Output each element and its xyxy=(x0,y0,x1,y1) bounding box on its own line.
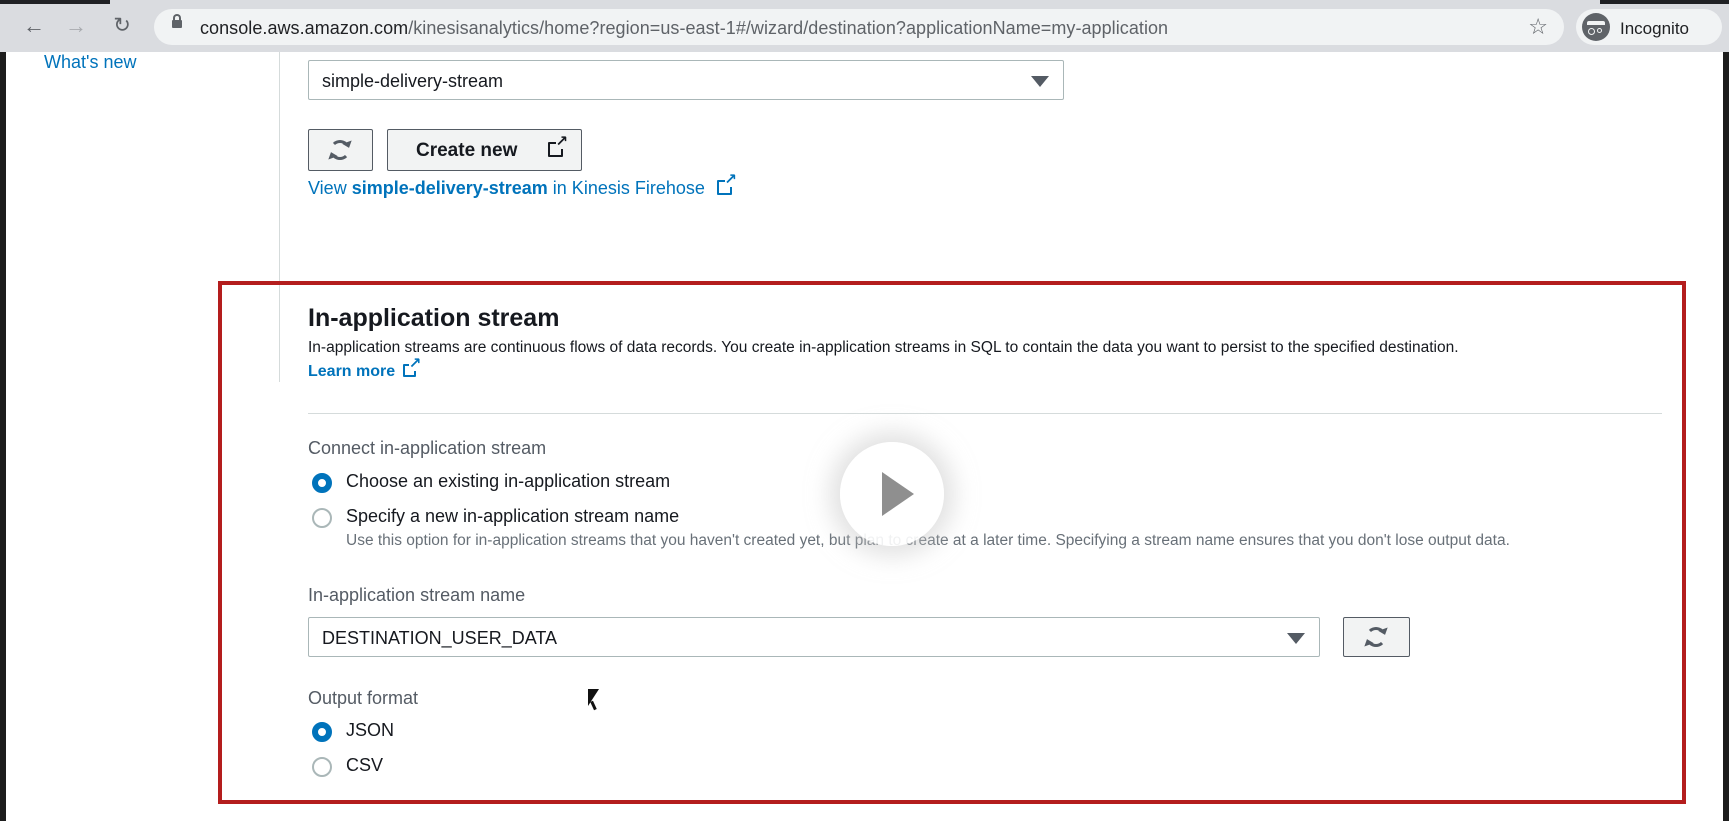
whats-new-link[interactable]: What's new xyxy=(44,52,136,73)
caret-down-icon xyxy=(1031,76,1049,87)
radio-new-stream-label[interactable]: Specify a new in-application stream name xyxy=(346,506,679,527)
url-host: console.aws.amazon.com xyxy=(200,18,409,38)
radio-existing-stream-label[interactable]: Choose an existing in-application stream xyxy=(346,471,670,492)
radio-json[interactable] xyxy=(312,722,332,742)
learn-more-link[interactable]: Learn more xyxy=(308,356,421,381)
browser-toolbar: ← → ↻ console.aws.amazon.com/kinesisanal… xyxy=(0,0,1729,52)
external-link-icon xyxy=(403,356,421,377)
section-divider xyxy=(308,413,1662,414)
refresh-streams-button[interactable] xyxy=(1343,617,1410,657)
view-stream-name: simple-delivery-stream xyxy=(351,178,548,198)
lock-icon[interactable] xyxy=(172,14,182,28)
caret-down-icon xyxy=(1287,633,1305,644)
create-new-label: Create new xyxy=(416,140,518,161)
delivery-stream-value: simple-delivery-stream xyxy=(322,71,504,91)
view-in-firehose-link[interactable]: View simple-delivery-stream in Kinesis F… xyxy=(308,172,737,199)
forward-icon[interactable]: → xyxy=(64,14,88,38)
delivery-stream-select[interactable]: simple-delivery-stream xyxy=(308,60,1064,100)
connect-stream-label: Connect in-application stream xyxy=(308,438,547,458)
view-prefix: View xyxy=(308,178,352,198)
address-bar[interactable]: console.aws.amazon.com/kinesisanalytics/… xyxy=(154,9,1564,45)
radio-json-label[interactable]: JSON xyxy=(346,720,394,741)
refresh-icon xyxy=(1366,627,1386,647)
refresh-delivery-streams-button[interactable] xyxy=(308,129,373,171)
star-icon[interactable]: ☆ xyxy=(1528,14,1548,40)
play-icon[interactable] xyxy=(840,442,944,546)
output-format-label: Output format xyxy=(308,688,419,708)
external-link-icon xyxy=(548,134,568,157)
section-title: In-application stream xyxy=(308,304,560,332)
incognito-badge[interactable]: Incognito xyxy=(1576,9,1722,45)
radio-csv-label[interactable]: CSV xyxy=(346,755,383,776)
new-stream-description: Use this option for in-application strea… xyxy=(346,532,1510,549)
back-icon[interactable]: ← xyxy=(22,14,46,38)
learn-more-label: Learn more xyxy=(308,363,396,380)
reload-icon[interactable]: ↻ xyxy=(110,14,134,38)
radio-new-stream[interactable] xyxy=(312,508,332,528)
page-content: What's new simple-delivery-stream Create… xyxy=(6,52,1723,821)
incognito-icon xyxy=(1582,13,1610,41)
radio-csv[interactable] xyxy=(312,757,332,777)
active-tab[interactable] xyxy=(110,0,1600,4)
radio-existing-stream[interactable] xyxy=(312,473,332,493)
page-viewport: What's new simple-delivery-stream Create… xyxy=(0,52,1729,821)
stream-name-label: In-application stream name xyxy=(308,585,526,605)
tab-strip xyxy=(0,0,1729,4)
create-new-button[interactable]: Create new xyxy=(387,129,582,171)
section-description: In-application streams are continuous fl… xyxy=(308,339,1459,356)
stream-name-select[interactable]: DESTINATION_USER_DATA xyxy=(308,617,1320,657)
url-path: /kinesisanalytics/home?region=us-east-1#… xyxy=(408,18,1169,38)
url-text[interactable]: console.aws.amazon.com/kinesisanalytics/… xyxy=(200,18,1168,39)
stream-name-value: DESTINATION_USER_DATA xyxy=(322,628,558,648)
view-suffix: in Kinesis Firehose xyxy=(547,178,705,198)
external-link-icon xyxy=(716,172,737,195)
incognito-label: Incognito xyxy=(1620,19,1689,38)
refresh-icon xyxy=(330,140,350,160)
